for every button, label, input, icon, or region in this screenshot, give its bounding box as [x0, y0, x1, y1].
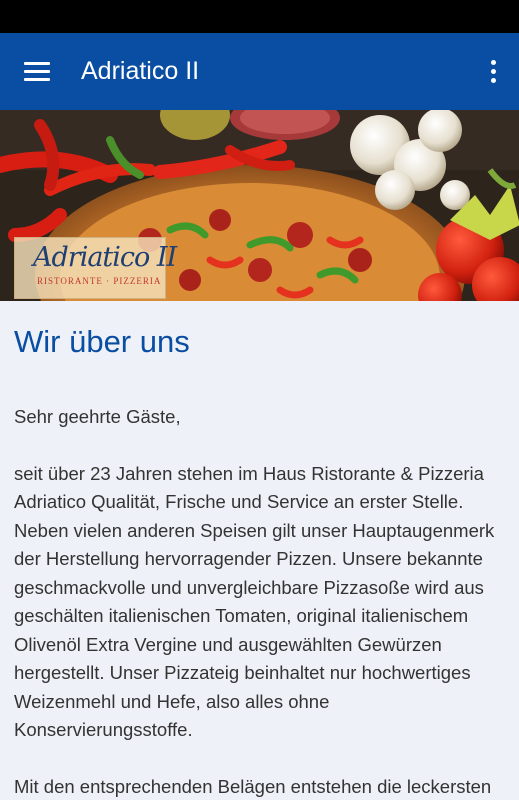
main-content: Wir über uns Sehr geehrte Gäste, seit üb…	[0, 301, 519, 800]
about-paragraph-2: Mit den entsprechenden Belägen entstehen…	[14, 775, 492, 797]
greeting-text: Sehr geehrte Gäste,	[14, 406, 181, 427]
more-vert-icon[interactable]	[481, 53, 505, 89]
hamburger-menu-icon[interactable]	[16, 53, 60, 89]
hero-banner: Adriatico II RISTORANTE · PIZZERIA	[0, 110, 519, 301]
about-paragraph: seit über 23 Jahren stehen im Haus Risto…	[14, 462, 495, 741]
logo-script-text: Adriatico II	[33, 242, 177, 273]
app-bar: Adriatico II	[0, 33, 519, 110]
restaurant-logo: Adriatico II RISTORANTE · PIZZERIA	[14, 237, 177, 299]
page-title: Wir über uns	[14, 324, 190, 359]
app-title: Adriatico II	[81, 57, 200, 85]
status-bar	[0, 0, 519, 33]
logo-subtitle: RISTORANTE · PIZZERIA	[37, 276, 162, 286]
